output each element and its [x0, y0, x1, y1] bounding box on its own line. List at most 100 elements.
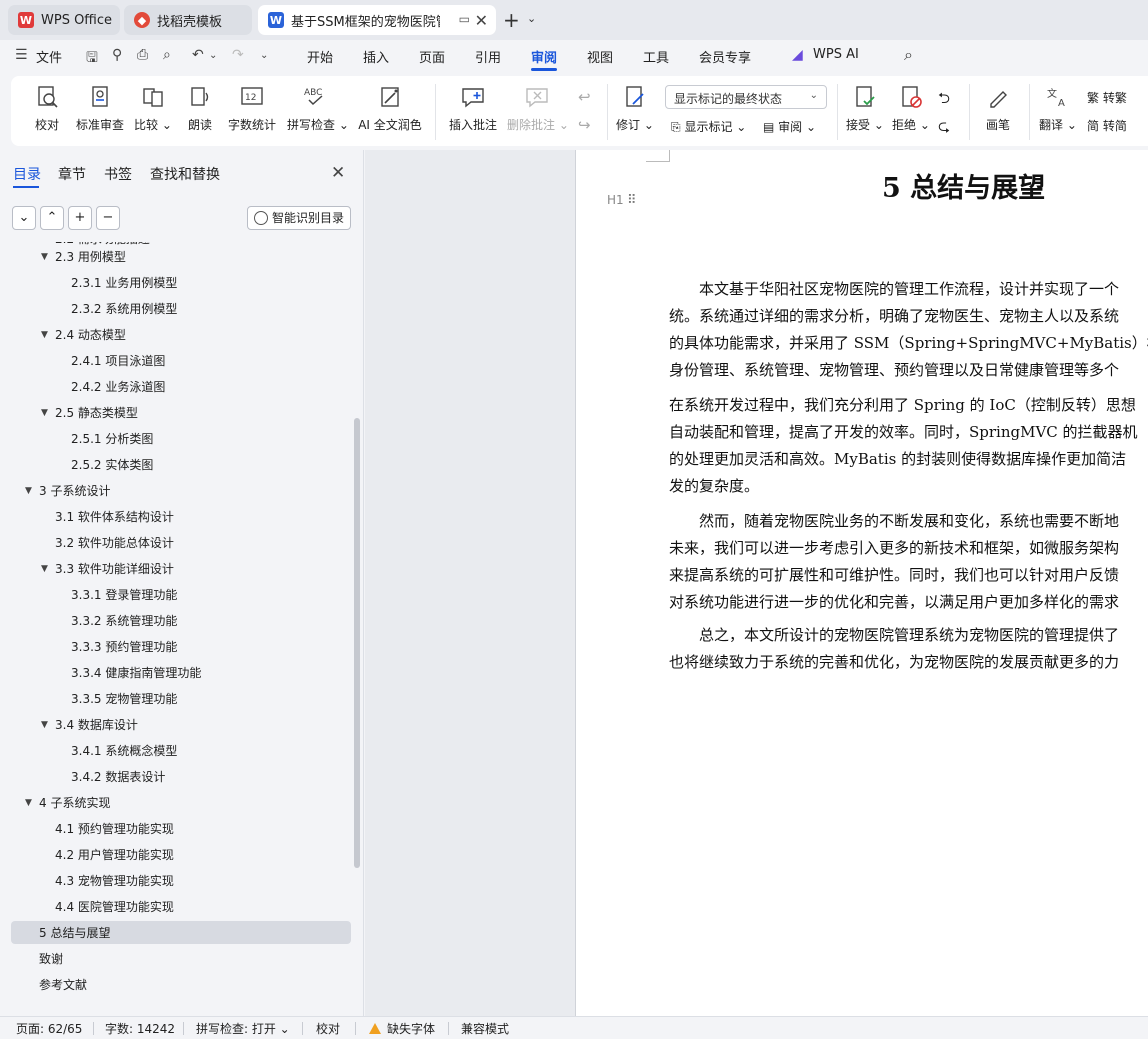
previous-change-icon[interactable]: ⮌: [938, 88, 950, 113]
previous-comment-icon[interactable]: ↩: [578, 88, 591, 106]
proofread-button[interactable]: 校对: [29, 84, 65, 133]
toc-item[interactable]: 3.4.2 数据表设计: [0, 766, 350, 788]
menu-review[interactable]: 审阅: [531, 47, 557, 66]
toc-item[interactable]: 4.3 宠物管理功能实现: [0, 870, 350, 892]
translate-button[interactable]: 文A 翻译 ⌄: [1039, 84, 1077, 133]
search-icon[interactable]: ⌕: [904, 45, 913, 65]
expand-triangle-icon[interactable]: ▼: [41, 402, 48, 424]
expand-triangle-icon[interactable]: ▼: [25, 792, 32, 814]
toc-item[interactable]: 3.3.1 登录管理功能: [0, 584, 350, 606]
toc-item[interactable]: 2.4.1 项目泳道图: [0, 350, 350, 372]
read-aloud-button[interactable]: 朗读: [183, 84, 217, 133]
menu-file[interactable]: 文件: [36, 47, 62, 66]
toc-item[interactable]: ▼ 4 子系统实现: [0, 792, 350, 814]
expand-triangle-icon[interactable]: ▼: [25, 480, 32, 502]
print-preview-icon[interactable]: ⌕: [163, 47, 171, 63]
expand-triangle-icon[interactable]: ▼: [41, 246, 48, 268]
show-markup-button[interactable]: ⎘ 显示标记 ⌄: [671, 118, 746, 135]
to-traditional-button[interactable]: 繁 转繁: [1087, 89, 1127, 106]
print-icon[interactable]: ⎙: [137, 47, 148, 63]
tab-sections[interactable]: 章节: [58, 164, 86, 184]
remove-heading-button[interactable]: −: [96, 206, 120, 230]
toc-item[interactable]: 3.3.3 预约管理功能: [0, 636, 350, 658]
save-icon[interactable]: 🖫: [86, 47, 98, 71]
menu-view[interactable]: 视图: [587, 47, 613, 66]
pen-button[interactable]: 画笔: [981, 84, 1015, 133]
next-change-icon[interactable]: ⮎: [938, 116, 950, 141]
toc-item[interactable]: 4.2 用户管理功能实现: [0, 844, 350, 866]
close-icon[interactable]: ✕: [475, 11, 488, 30]
expand-triangle-icon[interactable]: ▼: [41, 324, 48, 346]
toc-item[interactable]: ▼ 3.3 软件功能详细设计: [0, 558, 350, 580]
chevron-down-icon[interactable]: ⌄: [260, 50, 268, 61]
toc-item[interactable]: ▼ 3 子系统设计: [0, 480, 350, 502]
page-indicator[interactable]: 页面: 62/65: [16, 1020, 82, 1037]
toc-scrollbar[interactable]: [354, 418, 360, 868]
accept-button[interactable]: 接受 ⌄: [845, 84, 885, 133]
tab-document[interactable]: W 基于SSM框架的宠物医院管理 ▭ ✕: [258, 5, 496, 35]
smart-toc-button[interactable]: 智能识别目录: [247, 206, 351, 230]
drag-handle-icon[interactable]: ⠿: [627, 193, 637, 208]
menu-start[interactable]: 开始: [307, 47, 333, 66]
toc-item[interactable]: 4.4 医院管理功能实现: [0, 896, 350, 918]
menu-insert[interactable]: 插入: [363, 47, 389, 66]
toc-item[interactable]: 4.1 预约管理功能实现: [0, 818, 350, 840]
toc-item[interactable]: 3.3.5 宠物管理功能: [0, 688, 350, 710]
toc-item[interactable]: ▼ 3.4 数据库设计: [0, 714, 350, 736]
toc-item[interactable]: 3.3.4 健康指南管理功能: [0, 662, 350, 684]
toc-item[interactable]: 3.1 软件体系结构设计: [0, 506, 350, 528]
hamburger-icon[interactable]: ☰: [15, 47, 28, 63]
to-simplified-button[interactable]: 简 转简: [1087, 117, 1127, 134]
add-heading-button[interactable]: +: [68, 206, 92, 230]
menu-reference[interactable]: 引用: [475, 47, 501, 66]
reject-button[interactable]: 拒绝 ⌄: [891, 84, 931, 133]
spell-check-status[interactable]: 拼写检查: 打开 ⌄: [196, 1020, 290, 1037]
toc-item[interactable]: 3.2 软件功能总体设计: [0, 532, 350, 554]
toc-item[interactable]: 3.4.1 系统概念模型: [0, 740, 350, 762]
markup-display-select[interactable]: 显示标记的最终状态 ⌄: [665, 85, 827, 109]
next-comment-icon[interactable]: ↪: [578, 116, 591, 134]
chevron-down-icon[interactable]: ⌄: [527, 12, 536, 25]
tab-toc[interactable]: 目录: [13, 164, 41, 184]
chevron-down-icon[interactable]: ⌄: [209, 50, 217, 61]
compare-button[interactable]: 比较 ⌄: [133, 84, 173, 133]
toc-item[interactable]: ▼ 2.4 动态模型: [0, 324, 350, 346]
expand-triangle-icon[interactable]: ▼: [41, 714, 48, 736]
toc-item[interactable]: 2.4.2 业务泳道图: [0, 376, 350, 398]
track-changes-button[interactable]: 修订 ⌄: [615, 84, 655, 133]
review-pane-button[interactable]: ▤ 审阅 ⌄: [763, 118, 816, 135]
missing-font-status[interactable]: 缺失字体: [369, 1020, 435, 1037]
toc-item[interactable]: 致谢: [0, 948, 350, 970]
toc-item[interactable]: 5 总结与展望: [0, 922, 350, 944]
share-icon[interactable]: ⚲: [112, 47, 122, 63]
tab-wps-office[interactable]: W WPS Office: [8, 5, 120, 35]
spell-check-button[interactable]: ABC 拼写检查 ⌄: [287, 84, 349, 133]
delete-comment-button[interactable]: 删除批注 ⌄: [507, 84, 569, 133]
new-tab-plus-icon[interactable]: +: [503, 8, 520, 32]
toc-item[interactable]: 2.5.1 分析类图: [0, 428, 350, 450]
collapse-all-button[interactable]: ⌃: [40, 206, 64, 230]
menu-wps-ai[interactable]: WPS AI: [813, 47, 859, 62]
menu-tools[interactable]: 工具: [643, 47, 669, 66]
standard-review-button[interactable]: 标准审查: [73, 84, 127, 133]
close-icon[interactable]: ✕: [331, 163, 345, 183]
toc-item[interactable]: ▼ 2.5 静态类模型: [0, 402, 350, 424]
expand-all-button[interactable]: ⌄: [12, 206, 36, 230]
word-count-status[interactable]: 字数: 14242: [105, 1020, 175, 1037]
toc-item[interactable]: 3.3.2 系统管理功能: [0, 610, 350, 632]
proofread-status[interactable]: 校对: [316, 1020, 340, 1037]
tab-docer[interactable]: ◆ 找稻壳模板: [124, 5, 252, 35]
expand-triangle-icon[interactable]: ▼: [41, 558, 48, 580]
menu-member[interactable]: 会员专享: [699, 47, 751, 66]
monitor-icon[interactable]: ▭: [459, 12, 470, 26]
menu-page[interactable]: 页面: [419, 47, 445, 66]
tab-find-replace[interactable]: 查找和替换: [150, 164, 220, 184]
toc-item[interactable]: 2.5.2 实体类图: [0, 454, 350, 476]
redo-icon[interactable]: ↷: [232, 47, 244, 63]
tab-bookmarks[interactable]: 书签: [104, 164, 132, 184]
ai-polish-button[interactable]: AI 全文润色: [355, 84, 425, 133]
undo-icon[interactable]: ↶: [192, 47, 204, 63]
toc-item[interactable]: 2.3.1 业务用例模型: [0, 272, 350, 294]
insert-comment-button[interactable]: 插入批注: [445, 84, 501, 133]
toc-item[interactable]: 参考文献: [0, 974, 350, 996]
